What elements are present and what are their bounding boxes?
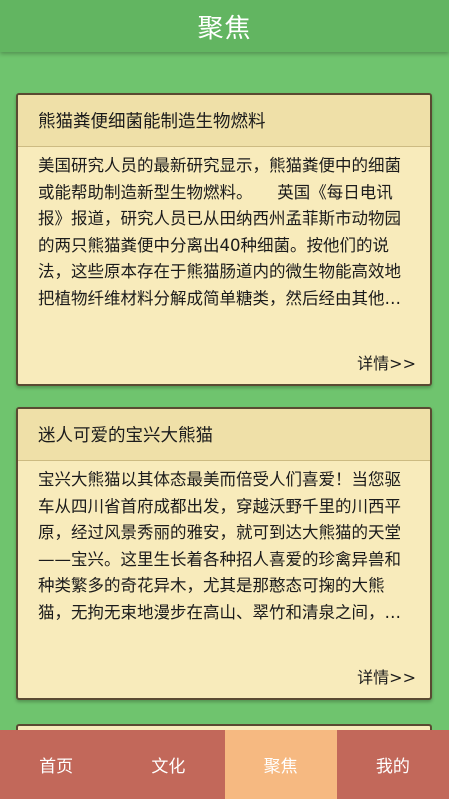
tab-focus[interactable]: 聚焦 [224, 730, 337, 799]
article-title[interactable]: 迷人可爱的宝兴大熊猫 [18, 409, 430, 461]
article-excerpt: 美国研究人员的最新研究显示，熊猫粪便中的细菌或能帮助制造新型生物燃料。 英国《每… [38, 156, 401, 308]
tab-home[interactable]: 首页 [0, 730, 113, 799]
details-link[interactable]: 详情>> [357, 664, 416, 688]
article-card[interactable]: 熊猫粪便细菌能制造生物燃料 美国研究人员的最新研究显示，熊猫粪便中的细菌或能帮助… [16, 93, 432, 386]
tab-mine[interactable]: 我的 [336, 730, 449, 799]
article-title[interactable]: 熊猫粪便细菌能制造生物燃料 [18, 95, 430, 147]
page-title: 聚焦 [197, 13, 252, 44]
details-link[interactable]: 详情>> [357, 350, 416, 374]
article-list[interactable]: 熊猫粪便细菌能制造生物燃料 美国研究人员的最新研究显示，熊猫粪便中的细菌或能帮助… [0, 52, 449, 730]
app-header: 聚焦 [0, 0, 449, 52]
tab-culture[interactable]: 文化 [112, 730, 225, 799]
article-excerpt: 宝兴大熊猫以其体态最美而倍受人们喜爱！当您驱车从四川省首府成都出发，穿越沃野千里… [38, 470, 401, 622]
article-card[interactable]: 迷人可爱的宝兴大熊猫 宝兴大熊猫以其体态最美而倍受人们喜爱！当您驱车从四川省首府… [16, 407, 432, 700]
bottom-tab-bar: 首页 文化 聚焦 我的 [0, 730, 449, 799]
